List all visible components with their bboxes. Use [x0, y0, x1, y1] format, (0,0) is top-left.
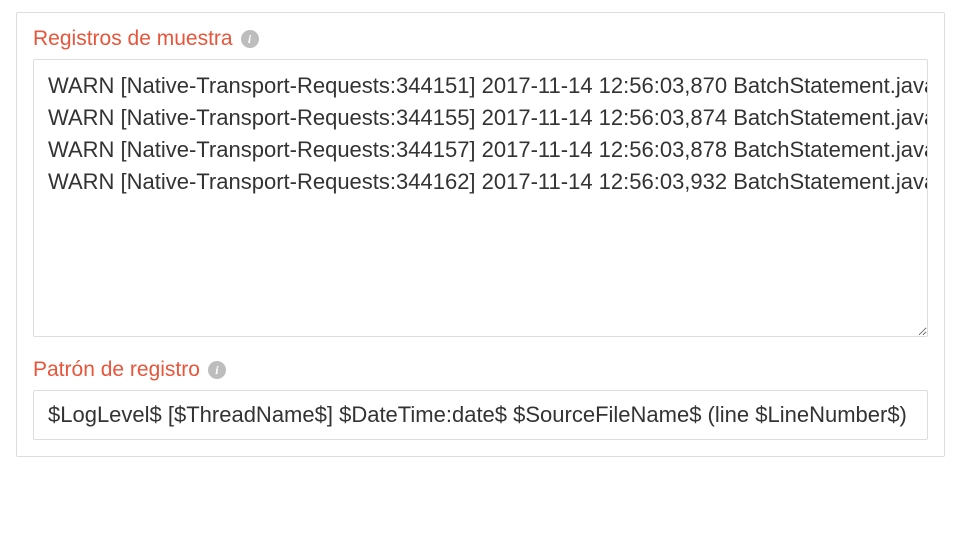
sample-logs-label-row: Registros de muestra i [33, 27, 928, 51]
log-pattern-label: Patrón de registro [33, 358, 200, 382]
sample-logs-textarea[interactable] [33, 59, 928, 337]
info-icon[interactable]: i [241, 30, 259, 48]
log-config-panel: Registros de muestra i Patrón de registr… [16, 12, 945, 457]
info-icon[interactable]: i [208, 361, 226, 379]
log-pattern-input[interactable] [33, 390, 928, 440]
sample-logs-label: Registros de muestra [33, 27, 233, 51]
log-pattern-label-row: Patrón de registro i [33, 358, 928, 382]
